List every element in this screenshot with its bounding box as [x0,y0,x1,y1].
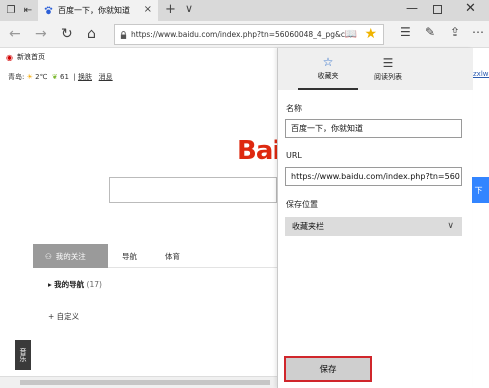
tab-favorites[interactable]: ☆ 收藏夹 [298,48,358,90]
baidu-logo: Bai [237,136,281,166]
weather-info: 青岛: ☀ 2℃ ❦ 61 | 换肤 消息 [8,73,113,81]
favorites-panel: ☆ 收藏夹 ☰ 阅读列表 名称 百度一下，你就知道 URL https://ww… [277,48,473,388]
location-select[interactable]: 收藏夹栏 ∨ [285,217,462,236]
url-field[interactable]: https://www.baidu.com/index.php?tn=560 [285,167,462,186]
web-note-icon[interactable]: ✎ [425,25,435,39]
scrollbar-thumb[interactable] [20,380,270,385]
favorites-hub-icon[interactable]: ☰ [400,25,411,39]
tab-label: 体育 [165,251,180,261]
page-content: 青岛: ☀ 2℃ ❦ 61 | 换肤 消息 Bai ⚇ 我的关注 导航 体育 ▸… [0,66,281,376]
tab-favorites-label: 收藏夹 [317,72,339,80]
behind-link[interactable]: zxlwa [473,70,489,78]
new-tab-button[interactable]: + [165,2,176,17]
tab-sports[interactable]: 体育 [151,244,194,268]
favorite-star-icon[interactable]: ★ [364,26,377,42]
sun-icon: ☀ [26,73,33,81]
horizontal-scrollbar[interactable] [0,376,277,388]
tab-reading-list[interactable]: ☰ 阅读列表 [358,48,418,90]
sina-logo-icon: ◉ [6,52,13,62]
expand-arrow-icon: ▸ [48,280,52,289]
location-label: 保存位置 [286,200,318,209]
skin-link[interactable]: 换肤 [78,73,92,81]
list-icon: ☰ [382,56,394,70]
close-window-button[interactable]: ✕ [465,1,476,16]
reading-view-icon[interactable]: 📖 [345,29,357,40]
tab-back-icon[interactable]: ⇤ [22,4,34,16]
customize-button[interactable]: + 自定义 [48,311,79,322]
name-field[interactable]: 百度一下，你就知道 [285,119,462,138]
tab-reading-list-label: 阅读列表 [374,73,402,81]
tab-manager-icon[interactable]: ❐ [5,4,17,16]
save-button[interactable]: 保存 [284,356,372,382]
tab-baidu[interactable]: 百度一下，你就知道 × [38,0,158,21]
panel-tabs: ☆ 收藏夹 ☰ 阅读列表 [278,48,473,90]
navigation-bar: ← → ↻ ⌂ https://www.baidu.com/index.php?… [0,21,489,48]
favorites-bar-item[interactable]: 新浪首页 [17,52,45,62]
share-icon[interactable]: ⇪ [450,25,460,39]
message-link[interactable]: 消息 [99,73,113,81]
person-icon: ⚇ [45,251,52,261]
maximize-button[interactable] [433,5,442,14]
url-label: URL [286,151,302,160]
address-url[interactable]: https://www.baidu.com/index.php?tn=56060… [131,30,346,39]
feed-tabs: ⚇ 我的关注 导航 体育 [33,244,277,268]
weather-temp: 2℃ [35,73,48,81]
address-bar[interactable]: https://www.baidu.com/index.php?tn=56060… [114,24,384,45]
baidu-paw-icon [44,6,53,15]
more-icon[interactable]: ⋯ [472,25,484,39]
nav-group-count: (17) [86,280,102,289]
title-bar: ❐ ⇤ 百度一下，你就知道 × + ∨ — ✕ [0,0,489,21]
chevron-down-icon: ∨ [447,221,454,231]
tab-navigation[interactable]: 导航 [108,244,151,268]
leaf-icon: ❦ [51,73,58,81]
lock-icon [120,30,127,39]
search-input[interactable] [109,177,277,203]
tab-dropdown-icon[interactable]: ∨ [185,2,193,15]
forward-button[interactable]: → [35,25,47,43]
weather-city: 青岛: [8,73,25,81]
refresh-button[interactable]: ↻ [61,25,73,43]
star-outline-icon: ☆ [322,55,334,69]
favorites-bar: ◉ 新浪首页 [0,48,277,66]
back-button[interactable]: ← [9,25,21,43]
tab-label: 我的关注 [55,251,86,261]
home-button[interactable]: ⌂ [87,25,96,43]
music-side-button[interactable]: 音乐 [15,340,31,370]
tab-title: 百度一下，你就知道 [58,6,130,15]
minimize-button[interactable]: — [406,1,418,15]
my-navigation-group[interactable]: ▸ 我的导航 (17) [48,279,102,290]
tab-my-follow[interactable]: ⚇ 我的关注 [33,244,108,268]
location-value: 收藏夹栏 [292,222,324,231]
weather-aqi: 61 [60,73,69,81]
tab-label: 导航 [122,251,137,261]
nav-group-label: 我的导航 [54,280,85,289]
tab-close-icon[interactable]: × [144,4,152,15]
name-label: 名称 [286,104,302,113]
